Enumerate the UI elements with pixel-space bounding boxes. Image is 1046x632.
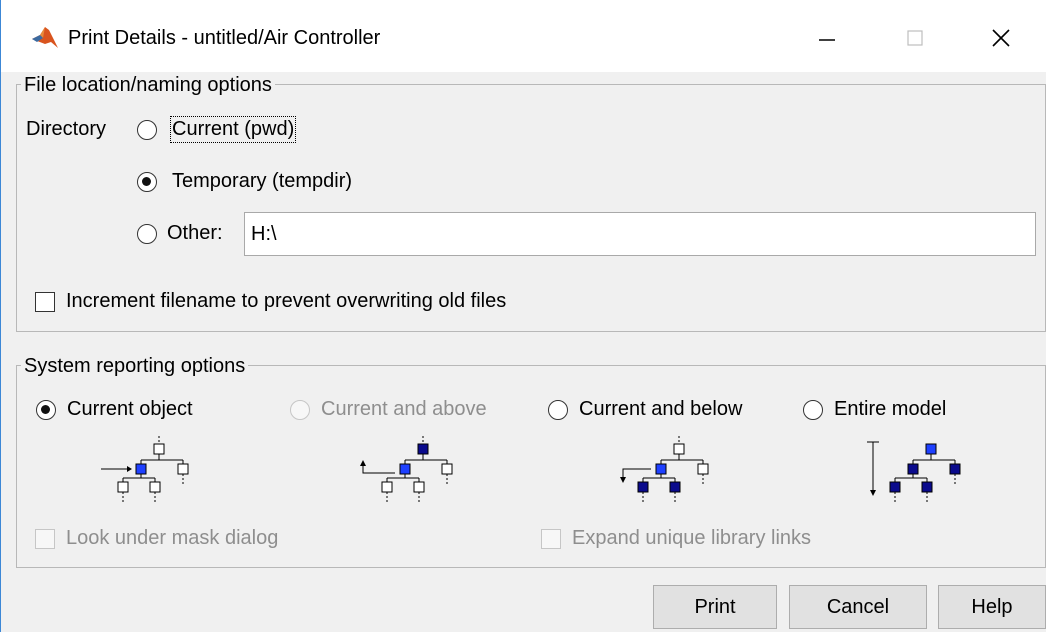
minimize-button[interactable] [797, 14, 857, 62]
radio-current-pwd[interactable] [137, 120, 157, 140]
increment-filename-checkbox[interactable] [35, 292, 55, 312]
print-details-dialog: Print Details - untitled/Air Controller … [0, 0, 1046, 632]
close-icon [992, 29, 1010, 47]
maximize-icon [907, 30, 923, 46]
window-title: Print Details - untitled/Air Controller [68, 27, 381, 49]
radio-other[interactable] [137, 224, 157, 244]
cancel-button[interactable]: Cancel [789, 585, 927, 629]
tree-entire-model-icon [867, 441, 961, 502]
title-bar[interactable]: Print Details - untitled/Air Controller [1, 0, 1046, 72]
print-button[interactable]: Print [653, 585, 777, 629]
other-directory-input[interactable]: H:\ [244, 212, 1036, 256]
increment-filename-label[interactable]: Increment filename to prevent overwritin… [66, 290, 506, 313]
radio-current-and-above [290, 400, 310, 420]
tree-current-and-below-icon [620, 436, 709, 502]
look-under-mask-label: Look under mask dialog [66, 527, 279, 549]
tree-current-object-icon [101, 436, 189, 502]
matlab-logo-icon [32, 27, 58, 48]
maximize-button[interactable] [885, 14, 945, 62]
radio-current-object[interactable] [36, 400, 56, 420]
look-under-mask-checkbox [35, 529, 55, 549]
radio-entire-model-label[interactable]: Entire model [834, 398, 946, 421]
close-button[interactable] [971, 14, 1031, 62]
minimize-icon [819, 39, 835, 41]
radio-other-label[interactable]: Other: [167, 222, 223, 245]
radio-current-and-below-label[interactable]: Current and below [579, 398, 742, 421]
radio-current-and-above-label: Current and above [321, 398, 487, 420]
directory-label: Directory [26, 118, 107, 140]
radio-entire-model[interactable] [803, 400, 823, 420]
file-location-group-label: File location/naming options [21, 74, 275, 97]
radio-temporary-tempdir-label[interactable]: Temporary (tempdir) [172, 170, 352, 193]
radio-temporary-tempdir[interactable] [137, 172, 157, 192]
radio-current-and-below[interactable] [548, 400, 568, 420]
expand-library-links-checkbox [541, 529, 561, 549]
expand-library-links-label: Expand unique library links [572, 527, 812, 549]
system-reporting-group-label: System reporting options [21, 355, 249, 378]
radio-current-object-label[interactable]: Current object [67, 398, 193, 421]
help-button[interactable]: Help [938, 585, 1046, 629]
tree-current-and-above-icon [360, 436, 453, 502]
radio-current-pwd-label[interactable]: Current (pwd) [169, 116, 297, 143]
